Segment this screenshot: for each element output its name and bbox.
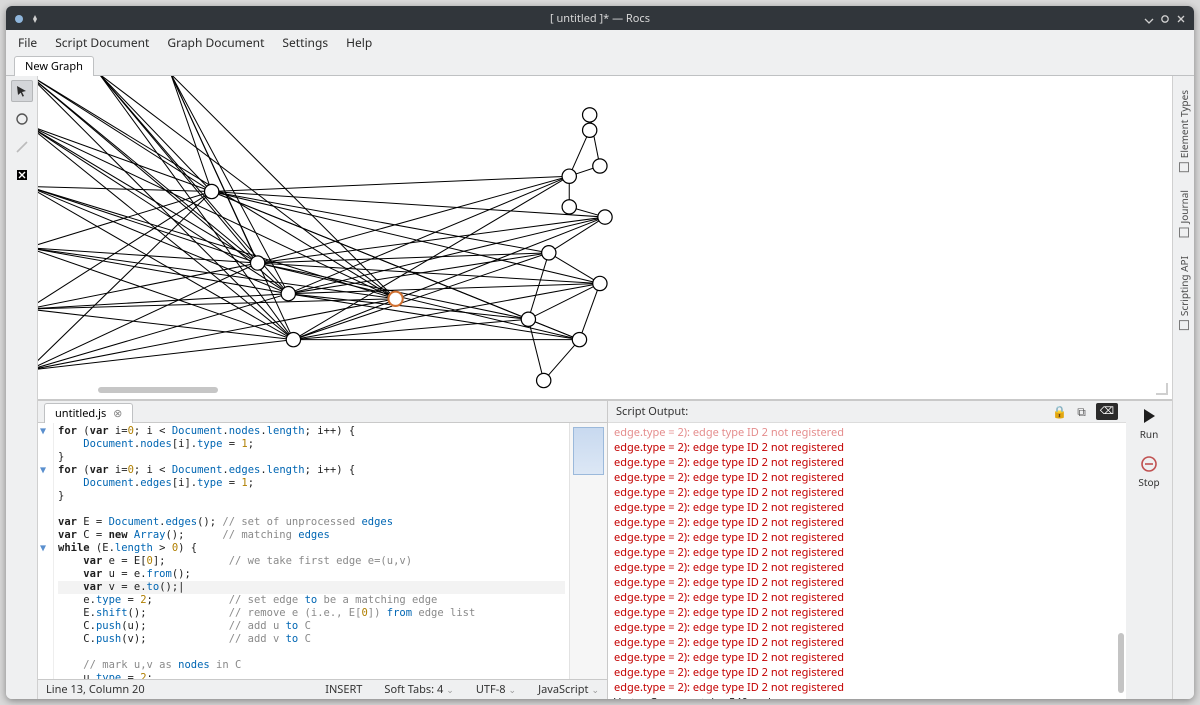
script-output-label: Script Output:: [616, 404, 688, 419]
output-vscroll[interactable]: [1118, 423, 1124, 699]
fold-gutter[interactable]: ▼▼▼▼▼: [38, 423, 54, 679]
cursor-position: Line 13, Column 20: [46, 682, 145, 697]
graph-canvas[interactable]: [38, 76, 1172, 400]
stop-button[interactable]: Stop: [1138, 455, 1159, 489]
select-tool[interactable]: [11, 80, 33, 102]
pin-icon[interactable]: [30, 13, 40, 23]
app-icon: [14, 13, 24, 23]
close-tab-icon[interactable]: ⊗: [113, 406, 122, 421]
delete-tool[interactable]: [11, 164, 33, 186]
script-output[interactable]: edge.type = 2): edge type ID 2 not regis…: [608, 423, 1126, 699]
language[interactable]: JavaScript⌄: [538, 682, 599, 697]
script-tab-label: untitled.js: [55, 406, 106, 421]
tool-palette: [6, 76, 38, 699]
run-label: Run: [1140, 427, 1159, 441]
editor-statusbar: Line 13, Column 20 INSERT Soft Tabs: 4⌄ …: [38, 679, 607, 699]
tab-new-graph[interactable]: New Graph: [14, 56, 94, 76]
menu-graph-document[interactable]: Graph Document: [167, 34, 264, 51]
graph-tabstrip: New Graph: [6, 54, 1194, 76]
code-editor[interactable]: for (var i=0; i < Document.nodes.length;…: [54, 423, 569, 679]
menu-script-document[interactable]: Script Document: [55, 34, 149, 51]
add-edge-tool[interactable]: [11, 136, 33, 158]
maximize-icon[interactable]: [1160, 13, 1170, 23]
close-icon[interactable]: [1176, 13, 1186, 23]
encoding[interactable]: UTF-8⌄: [476, 682, 516, 697]
right-dock: Element Types Journal Scripting API: [1172, 76, 1194, 699]
menu-file[interactable]: File: [18, 34, 37, 51]
titlebar: [ untitled ]* — Rocs: [6, 6, 1194, 30]
minimap[interactable]: [569, 423, 607, 679]
menubar: File Script Document Graph Document Sett…: [6, 30, 1194, 54]
add-node-tool[interactable]: [11, 108, 33, 130]
run-button[interactable]: Run: [1140, 407, 1159, 441]
canvas-hscroll[interactable]: [98, 387, 218, 393]
panel-scripting-api[interactable]: Scripting API: [1177, 256, 1191, 330]
minimize-icon[interactable]: [1144, 13, 1154, 23]
menu-settings[interactable]: Settings: [282, 34, 328, 51]
panel-journal[interactable]: Journal: [1177, 190, 1191, 237]
tabs-setting[interactable]: Soft Tabs: 4⌄: [384, 682, 453, 697]
menu-help[interactable]: Help: [346, 34, 372, 51]
tab-script-file[interactable]: untitled.js ⊗: [44, 403, 133, 423]
stop-label: Stop: [1138, 475, 1159, 489]
panel-element-types[interactable]: Element Types: [1177, 90, 1191, 172]
canvas-resize-grip[interactable]: [1156, 383, 1168, 395]
output-lock-icon[interactable]: 🔒: [1052, 403, 1067, 420]
output-clear-icon[interactable]: ⌫: [1096, 403, 1118, 420]
window-title: [ untitled ]* — Rocs: [66, 11, 1134, 26]
script-tabstrip: untitled.js ⊗: [38, 401, 607, 423]
output-copy-icon[interactable]: ⧉: [1077, 403, 1086, 420]
edit-mode: INSERT: [325, 682, 362, 697]
